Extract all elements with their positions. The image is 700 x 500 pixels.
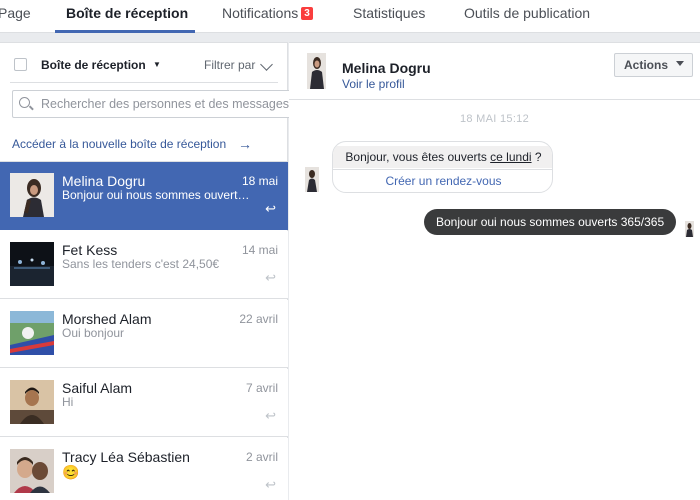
- tab-page[interactable]: Page: [0, 5, 31, 21]
- incoming-message: Bonjour, vous êtes ouverts ce lundi ? Cr…: [332, 141, 553, 193]
- conversation-date: 7 avril: [245, 381, 278, 395]
- actions-label: Actions: [623, 58, 668, 72]
- tab-notifications-label: Notifications: [222, 5, 299, 21]
- conversation-panel: Melina Dogru Voir le profil Actions 18 M…: [289, 42, 700, 500]
- conversation-name: Saiful Alam: [62, 380, 133, 396]
- divider: [10, 82, 278, 83]
- view-profile-link[interactable]: Voir le profil: [342, 77, 405, 91]
- tab-statistics[interactable]: Statistiques: [353, 5, 425, 21]
- conversation-date: 14 mai: [241, 243, 278, 257]
- avatar: [10, 380, 54, 424]
- search-input[interactable]: [41, 94, 295, 114]
- outgoing-message: Bonjour oui nous sommes ouverts 365/365: [424, 209, 677, 235]
- seen-avatar: [685, 221, 694, 237]
- conversation-preview: Bonjour oui nous sommes ouverts 365/365: [62, 188, 252, 202]
- actions-button[interactable]: Actions: [613, 53, 693, 77]
- message-text: ?: [531, 150, 542, 164]
- conversation-name: Fet Kess: [62, 242, 118, 258]
- inbox-header: Boîte de réception ▼ Filtrer par: [0, 43, 288, 83]
- active-tab-indicator: [55, 30, 195, 33]
- create-appointment-button[interactable]: Créer un rendez-vous: [333, 169, 552, 191]
- arrow-right-icon[interactable]: →: [238, 136, 252, 152]
- filter-dropdown[interactable]: Filtrer par: [204, 58, 255, 72]
- message-timestamp: 18 MAI 15:12: [459, 113, 530, 125]
- conversation-preview: Oui bonjour: [62, 326, 125, 340]
- sender-avatar: [305, 167, 319, 192]
- avatar: [10, 311, 54, 355]
- conversation-item[interactable]: Fet Kess Sans les tenders c'est 24,50€ 1…: [0, 231, 288, 299]
- inbox-title-dropdown[interactable]: Boîte de réception: [41, 58, 146, 72]
- conversation-date: 2 avril: [245, 450, 278, 464]
- conversation-item[interactable]: Morshed Alam Oui bonjour 22 avril: [0, 300, 288, 368]
- conversation-item[interactable]: Saiful Alam Hi 7 avril ↩: [0, 369, 288, 437]
- contact-avatar[interactable]: [307, 53, 326, 89]
- conversation-preview: Hi: [62, 395, 74, 409]
- conversation-name: Morshed Alam: [62, 311, 152, 327]
- notification-badge: 3: [301, 7, 313, 20]
- search-box[interactable]: [12, 90, 296, 118]
- avatar: [10, 449, 54, 493]
- caret-down-icon[interactable]: ▼: [153, 60, 161, 69]
- message-text: Bonjour, vous êtes ouverts: [345, 150, 491, 164]
- conversation-header: Melina Dogru Voir le profil Actions: [289, 43, 700, 100]
- conversation-name: Tracy Léa Sébastien: [62, 449, 190, 465]
- reply-icon[interactable]: ↩: [265, 270, 276, 286]
- conversation-date: 22 avril: [239, 312, 278, 326]
- search-icon: [19, 97, 30, 108]
- select-all-checkbox[interactable]: [14, 58, 27, 71]
- reply-icon[interactable]: ↩: [265, 408, 276, 424]
- conversation-date: 18 mai: [241, 174, 278, 188]
- conversation-preview: 😊: [62, 464, 80, 480]
- message-date-link[interactable]: ce lundi: [490, 150, 531, 164]
- tab-notifications[interactable]: Notifications 3: [222, 5, 313, 21]
- reply-icon[interactable]: ↩: [265, 201, 276, 217]
- conversation-item[interactable]: Tracy Léa Sébastien 😊 2 avril ↩: [0, 438, 288, 500]
- tab-publishing-tools[interactable]: Outils de publication: [464, 5, 590, 21]
- top-nav: Page Boîte de réception Notifications 3 S…: [0, 0, 700, 33]
- avatar: [10, 173, 54, 217]
- conversation-preview: Sans les tenders c'est 24,50€: [62, 257, 220, 271]
- conversation-name: Melina Dogru: [62, 173, 146, 189]
- reply-icon[interactable]: ↩: [265, 477, 276, 493]
- inbox-panel: Boîte de réception ▼ Filtrer par Accéder…: [0, 42, 296, 500]
- conversation-item[interactable]: Melina Dogru Bonjour oui nous sommes ouv…: [0, 162, 288, 230]
- incoming-message-text: Bonjour, vous êtes ouverts ce lundi ?: [333, 146, 552, 168]
- caret-down-icon: [676, 61, 684, 66]
- avatar: [10, 242, 54, 286]
- new-inbox-link[interactable]: Accéder à la nouvelle boîte de réception: [12, 137, 226, 151]
- chevron-down-icon[interactable]: [260, 58, 273, 71]
- tab-inbox[interactable]: Boîte de réception: [66, 5, 188, 21]
- contact-name: Melina Dogru: [342, 60, 431, 76]
